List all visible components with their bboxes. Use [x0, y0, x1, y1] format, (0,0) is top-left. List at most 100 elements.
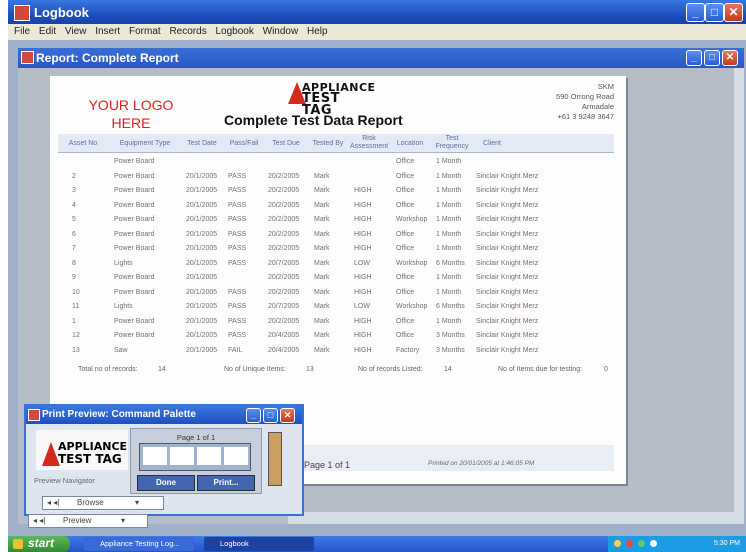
palette-close-button[interactable]: ✕ — [280, 408, 295, 423]
table-cell: 20/1/2005 — [186, 172, 218, 180]
table-cell: 3 — [72, 187, 76, 194]
table-cell: 11 — [72, 303, 80, 310]
minimize-button[interactable]: _ — [686, 3, 705, 22]
table-row: 2 Power Board 20/1/2005 PASS 20/2/2005 Mark Of… — [58, 171, 614, 183]
zoom-slider[interactable] — [268, 432, 282, 486]
menu-edit[interactable]: Edit — [39, 24, 56, 40]
table-cell: PASS — [228, 216, 247, 223]
address-line: +61 3 9248 3647 — [557, 112, 614, 121]
table-cell: 20/2/2005 — [268, 172, 300, 180]
menu-format[interactable]: Format — [129, 24, 161, 40]
preview-combo[interactable]: ◂ ◂| Preview ▾ — [28, 514, 148, 528]
menu-file[interactable]: File — [14, 24, 30, 40]
table-cell: HIGH — [354, 201, 372, 209]
table-cell: Sinclair Knight Merz — [476, 172, 539, 180]
report-minimize-button[interactable]: _ — [686, 50, 702, 66]
records-listed-label: No of records Listed: — [358, 366, 423, 373]
report-close-button[interactable]: ✕ — [722, 50, 738, 66]
table-cell: Mark — [314, 201, 330, 209]
table-cell: 1 — [72, 317, 76, 325]
close-button[interactable]: ✕ — [724, 3, 743, 22]
table-cell: Power Board — [114, 158, 155, 165]
table-cell: Office — [396, 245, 415, 252]
page-thumbnail[interactable] — [170, 447, 194, 465]
company-address: SKM 590 Orrong Road Armadale +61 3 9248 … — [506, 82, 614, 122]
table-cell: HIGH — [354, 274, 372, 281]
start-label: start — [28, 536, 55, 550]
menu-window[interactable]: Window — [263, 24, 299, 40]
table-cell: 20/1/2005 — [186, 187, 218, 194]
page-thumbnails[interactable] — [139, 443, 251, 471]
browse-combo[interactable]: ◂ ◂| Browse ▾ — [42, 496, 164, 510]
table-cell: Workshop — [396, 216, 428, 223]
col-test-date: Test Date — [187, 140, 217, 147]
palette-title-bar[interactable]: Print Preview: Command Palette _ □ ✕ — [26, 406, 302, 424]
table-cell: Power Board — [114, 245, 155, 252]
table-cell: Power Board — [114, 172, 155, 180]
table-cell: PASS — [228, 288, 247, 296]
menu-view[interactable]: View — [65, 24, 87, 40]
table-cell: Lights — [114, 303, 133, 310]
page-thumbnail[interactable] — [224, 447, 248, 465]
table-cell: Mark — [314, 346, 330, 354]
total-records-label: Total no of records: — [78, 366, 138, 373]
table-cell: Mark — [314, 245, 330, 252]
tray-icon[interactable] — [614, 540, 621, 547]
table-cell: Power Board — [114, 230, 155, 238]
address-line: SKM — [597, 82, 614, 91]
table-cell: 6 Months — [436, 259, 465, 267]
task-logbook[interactable]: Logbook — [204, 537, 314, 551]
palette-maximize-button[interactable]: □ — [263, 408, 278, 423]
appliance-test-tag-logo: APPLIANCE TEST TAG — [288, 80, 375, 117]
table-cell: Sinclair Knight Merz — [476, 230, 539, 238]
table-cell: Power Board — [114, 288, 155, 296]
table-cell: 20/2/2005 — [268, 230, 300, 238]
table-cell: 1 Month — [436, 317, 462, 325]
palette-minimize-button[interactable]: _ — [246, 408, 261, 423]
report-title: Complete Test Data Report — [224, 112, 403, 128]
menu-insert[interactable]: Insert — [95, 24, 120, 40]
vertical-scrollbar[interactable] — [734, 68, 744, 524]
print-preview-palette: Print Preview: Command Palette _ □ ✕ APP… — [24, 404, 304, 516]
col-test-frequency: Test Frequency — [435, 135, 469, 150]
items-due-value: 0 — [604, 366, 608, 373]
table-cell: Power Board — [114, 317, 155, 325]
tray-icon[interactable] — [626, 540, 633, 547]
page-thumbnail[interactable] — [197, 447, 221, 465]
table-cell: 20/1/2005 — [186, 230, 218, 238]
table-cell: 20/1/2005 — [186, 201, 218, 209]
page-thumbnail[interactable] — [143, 447, 167, 465]
records-listed-value: 14 — [444, 366, 452, 373]
windows-flag-icon — [13, 539, 23, 549]
table-cell: 12 — [72, 332, 80, 339]
table-row: 12 Power Board 20/1/2005 PASS 20/4/2005 Mark H… — [58, 330, 614, 342]
table-cell: HIGH — [354, 346, 372, 354]
table-cell: 1 Month — [436, 230, 462, 238]
task-appliance-testing[interactable]: Appliance Testing Log... — [84, 537, 194, 551]
horizontal-scrollbar[interactable] — [288, 512, 734, 524]
print-button[interactable]: Print... — [197, 475, 255, 491]
nav-arrows-icon: ◂ ◂| — [47, 498, 60, 507]
maximize-button[interactable]: □ — [705, 3, 724, 22]
col-pass-fail: Pass/Fail — [229, 140, 259, 147]
done-button[interactable]: Done — [137, 475, 195, 491]
table-cell: Sinclair Knight Merz — [476, 274, 539, 281]
table-cell: 20/2/2005 — [268, 201, 300, 209]
report-maximize-button[interactable]: □ — [704, 50, 720, 66]
table-row: 4 Power Board 20/1/2005 PASS 20/2/2005 Mark HI… — [58, 200, 614, 212]
menu-help[interactable]: Help — [307, 24, 328, 40]
app-title-bar[interactable]: Logbook _ □ ✕ — [8, 0, 746, 24]
tray-icon[interactable] — [650, 540, 657, 547]
menu-logbook[interactable]: Logbook — [215, 24, 253, 40]
table-cell: 1 Month — [436, 288, 462, 296]
table-cell: Office — [396, 230, 415, 238]
page-navigator-panel: Page 1 of 1 Done Print... — [130, 428, 262, 494]
table-cell: PASS — [228, 187, 247, 194]
table-cell: PASS — [228, 245, 247, 252]
table-cell: Power Board — [114, 216, 155, 223]
report-window-title-bar[interactable]: Report: Complete Report _ □ ✕ — [18, 48, 744, 68]
start-button[interactable]: start — [8, 536, 70, 552]
tray-icon[interactable] — [638, 540, 645, 547]
menu-records[interactable]: Records — [169, 24, 206, 40]
col-location: Location — [396, 140, 424, 147]
